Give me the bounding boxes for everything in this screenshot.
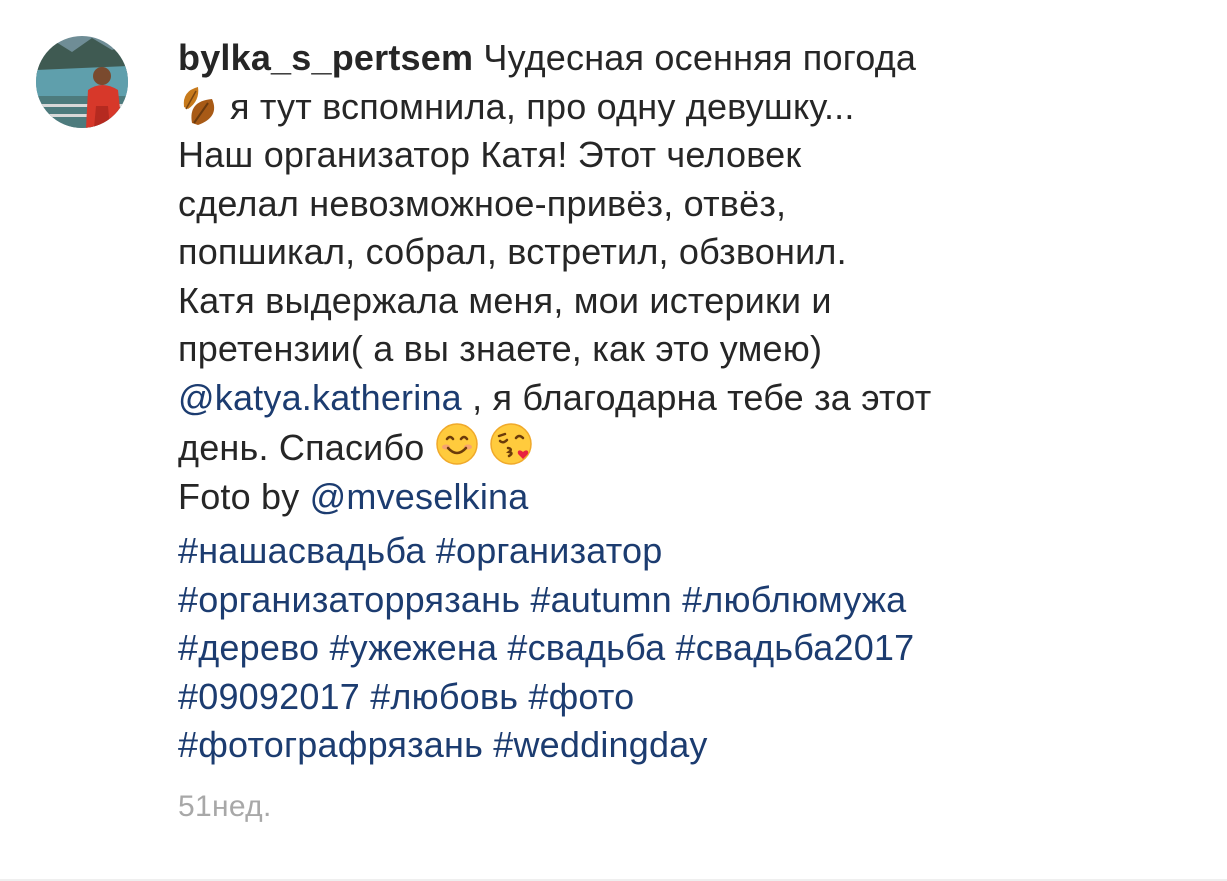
hashtag-link[interactable]: #дерево	[178, 627, 319, 668]
caption-line: @katya.katherina , я благодарна тебе за …	[178, 374, 1188, 423]
caption-line: попшикал, собрал, встретил, обзвонил.	[178, 231, 847, 272]
caption-text: я тут вспомнила, про одну девушку...	[230, 85, 855, 127]
hashtag-link[interactable]: #свадьба2017	[676, 627, 915, 668]
caption-line: bylka_s_pertsem Чудесная осенняя погода	[178, 34, 1188, 83]
hashtag-link[interactable]: #09092017	[178, 676, 360, 717]
caption-line: Катя выдержала меня, мои истерики и	[178, 279, 832, 321]
avatar-photo	[36, 36, 128, 128]
caption-line: Foto by @mveselkina	[178, 473, 1188, 522]
caption-text: Чудесная осенняя погода	[483, 37, 917, 78]
hashtag-link[interactable]: #свадьба	[507, 627, 665, 668]
hashtag-line: #фотографрязань #weddingday	[178, 721, 1188, 770]
hashtag-link[interactable]: #организатор	[436, 530, 663, 571]
hashtag-line: #дерево #ужежена #свадьба #свадьба2017	[178, 624, 1188, 673]
mention-link[interactable]: @katya.katherina	[178, 377, 462, 418]
caption-line: день. Спасибо	[178, 422, 1188, 473]
fallen-leaf-icon	[178, 83, 230, 127]
hashtag-link[interactable]: #фото	[528, 676, 634, 717]
caption-text: день. Спасибо	[178, 427, 425, 468]
hashtag-link[interactable]: #фотографрязань	[178, 724, 483, 765]
username-link[interactable]: bylka_s_pertsem	[178, 37, 473, 78]
hashtag-line: #организаторрязань #autumn #люблюмужа	[178, 576, 1188, 625]
caption-line: я тут вспомнила, про одну девушку...	[178, 83, 1188, 132]
post-caption: bylka_s_pertsem Чудесная осенняя погода …	[178, 34, 1188, 770]
caption-line: сделал невозможное-привёз, отвёз,	[178, 182, 787, 224]
hashtag-link[interactable]: #weddingday	[493, 724, 707, 765]
hashtag-link[interactable]: #нашасвадьба	[178, 530, 426, 571]
hashtag-link[interactable]: #autumn	[530, 579, 672, 620]
avatar[interactable]	[36, 36, 128, 128]
caption-text: , я благодарна тебе за этот	[461, 376, 932, 418]
post-timestamp: 51нед.	[178, 790, 272, 823]
face-blowing-kiss-icon	[489, 422, 533, 466]
hashtag-link[interactable]: #любовь	[370, 676, 518, 717]
caption-line: претензии( а вы знаете, как это умею)	[178, 328, 823, 369]
caption-text: Foto by	[178, 475, 310, 517]
hashtag-link[interactable]: #люблюмужа	[682, 579, 906, 620]
mention-link[interactable]: @mveselkina	[310, 476, 529, 517]
hashtag-link[interactable]: #организаторрязань	[178, 579, 520, 620]
smiling-face-icon	[435, 422, 479, 466]
hashtag-line: #нашасвадьба #организатор	[178, 527, 1188, 576]
hashtag-line: #09092017 #любовь #фото	[178, 673, 1188, 722]
hashtag-link[interactable]: #ужежена	[329, 627, 497, 668]
caption-line: Наш организатор Катя! Этот человек	[178, 134, 802, 175]
hashtag-list: #нашасвадьба #организатор #организаторря…	[178, 527, 1188, 770]
